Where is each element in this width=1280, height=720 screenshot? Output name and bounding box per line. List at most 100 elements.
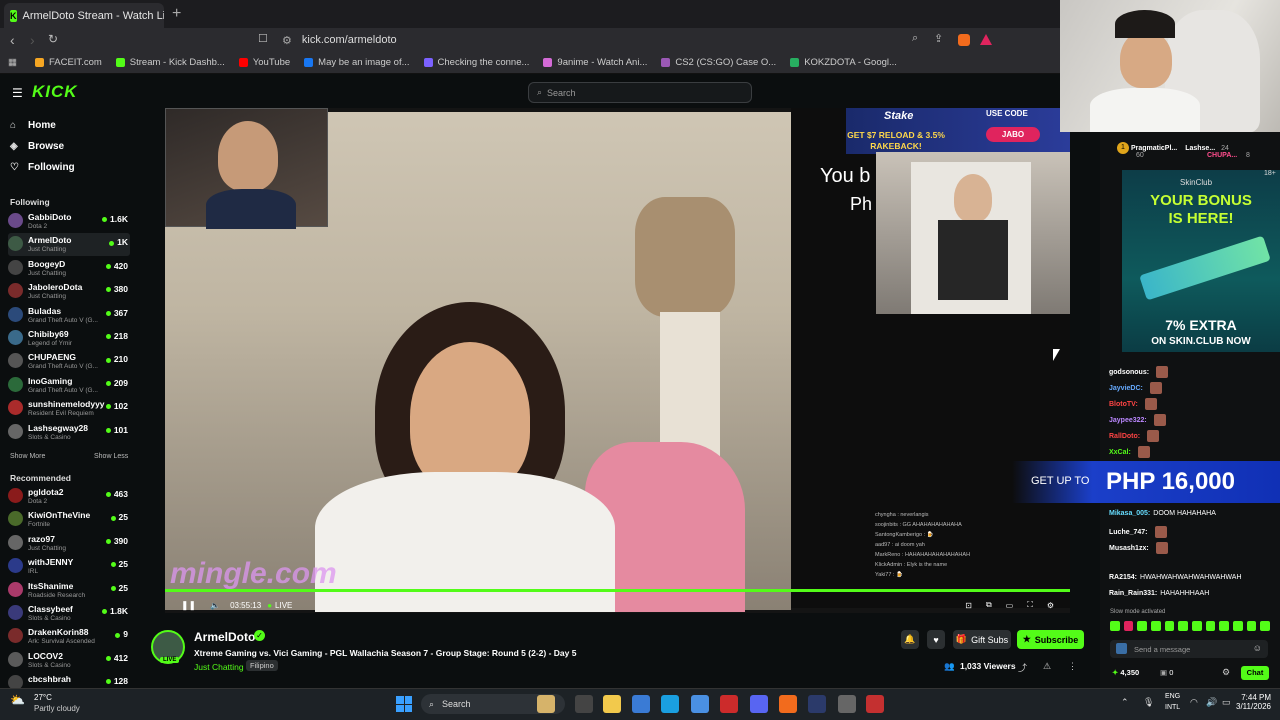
taskbar-app-icon[interactable]	[866, 695, 884, 713]
taskbar-app-icon[interactable]	[838, 695, 856, 713]
chat-username[interactable]: Jaypee322:	[1109, 417, 1147, 424]
clip-icon[interactable]: ⊡	[965, 601, 972, 610]
taskbar-app-icon[interactable]	[720, 695, 738, 713]
sidebar-channel-jabolerodota[interactable]: JaboleroDota Just Chatting 380	[8, 280, 130, 303]
apps-grid-icon[interactable]: ▦	[8, 57, 17, 68]
bookmark-item[interactable]: KOKZDOTA - Googl...	[790, 57, 897, 68]
bookmark-item[interactable]: Checking the conne...	[423, 57, 529, 68]
chat-settings-icon[interactable]: ⚙	[1222, 667, 1230, 678]
top-user-3[interactable]: CHUPA...	[1207, 152, 1237, 159]
chat-username[interactable]: Rain_Rain331:	[1109, 590, 1157, 597]
chat-username[interactable]: JayvieDC:	[1109, 385, 1143, 392]
sidebar-channel-boogeyd[interactable]: BoogeyD Just Chatting 420	[8, 257, 130, 280]
reload-icon[interactable]: ↻	[48, 32, 58, 46]
language-2[interactable]: INTL	[1165, 704, 1180, 711]
chat-send-button[interactable]: Chat	[1241, 666, 1269, 680]
bookmark-item[interactable]: May be an image of...	[304, 57, 410, 68]
taskbar-app-icon[interactable]	[750, 695, 768, 713]
quick-emote-icon[interactable]	[1110, 621, 1120, 631]
chat-username[interactable]: BlotoTV:	[1109, 401, 1138, 408]
taskbar-app-icon[interactable]	[779, 695, 797, 713]
share-icon[interactable]: ⇪	[934, 32, 943, 45]
quick-emote-icon[interactable]	[1164, 621, 1175, 631]
sidebar-channel-chupaeng[interactable]: CHUPAENG Grand Theft Auto V (G... 210	[8, 350, 130, 373]
quick-emote-icon[interactable]	[1233, 621, 1243, 631]
browser-tab[interactable]: K ArmelDoto Stream - Watch Li ✕	[4, 3, 164, 28]
quick-emote-icon[interactable]	[1151, 621, 1161, 631]
sidebar-channel-withjenny[interactable]: withJENNY IRL 25	[8, 555, 130, 578]
follow-heart-icon[interactable]: ♥	[927, 630, 945, 649]
weather-text[interactable]: Partly cloudy	[34, 704, 80, 713]
show-less-button[interactable]: Show Less	[94, 453, 128, 460]
kick-logo[interactable]: KICK	[32, 82, 78, 102]
notification-bell-icon[interactable]: 🔔	[901, 630, 919, 649]
quick-emote-icon[interactable]	[1178, 621, 1189, 631]
sidebar-channel-pgldota2[interactable]: pgldota2 Dota 2 463	[8, 485, 130, 508]
quick-emote-icon[interactable]	[1246, 621, 1257, 631]
top-user-2[interactable]: Lashse...	[1185, 145, 1215, 152]
chat-message-input[interactable]: Send a message ☺	[1110, 640, 1268, 658]
new-tab-button[interactable]: +	[172, 5, 181, 23]
quick-emote-icon[interactable]	[1192, 621, 1202, 631]
quick-emote-icon[interactable]	[1123, 621, 1134, 631]
chat-username[interactable]: XxCal:	[1109, 449, 1131, 456]
taskbar-app-icon[interactable]	[808, 695, 826, 713]
back-icon[interactable]: ‹	[10, 32, 15, 48]
url-field[interactable]: ⚙ kick.com/armeldoto	[282, 31, 962, 49]
chat-username[interactable]: RallDoto:	[1109, 433, 1140, 440]
chat-username[interactable]: Luche_747:	[1109, 529, 1148, 536]
weather-icon[interactable]: ⛅	[10, 693, 25, 707]
nav-home[interactable]: ⌂ Home	[10, 120, 56, 131]
bookmark-item[interactable]: YouTube	[238, 57, 290, 68]
language-1[interactable]: ENG	[1165, 693, 1180, 700]
battery-icon[interactable]: ▭	[1222, 697, 1231, 708]
speaker-icon[interactable]: 🔊	[1206, 697, 1217, 708]
sidebar-channel-inogaming[interactable]: InoGaming Grand Theft Auto V (G... 209	[8, 374, 130, 397]
sidebar-channel-armeldoto[interactable]: ArmelDoto Just Chatting 1K	[8, 233, 130, 257]
sidebar-channel-sunshinemelodyyy[interactable]: sunshinemelodyyy Resident Evil Requiem 102	[8, 397, 130, 420]
nav-following[interactable]: ♡ Following	[10, 162, 75, 173]
nav-browse[interactable]: ◈ Browse	[10, 141, 64, 152]
sidebar-channel-classybeef[interactable]: Classybeef Slots & Casino 1.8K	[8, 602, 130, 625]
bookmark-item[interactable]: Stream - Kick Dashb...	[115, 57, 225, 68]
taskbar-clock[interactable]: 7:44 PM 3/11/2026	[1236, 693, 1271, 711]
taskbar-app-icon[interactable]	[575, 695, 593, 713]
wifi-icon[interactable]: ◠	[1190, 697, 1198, 708]
sidebar-channel-buladas[interactable]: Buladas Grand Theft Auto V (G... 367	[8, 304, 130, 327]
settings-gear-icon[interactable]: ⚙	[1047, 601, 1054, 610]
emoji-icon[interactable]: ☺	[1253, 643, 1262, 653]
bookmark-item[interactable]: FACEIT.com	[34, 57, 102, 68]
report-icon[interactable]: ⚠	[1043, 661, 1051, 672]
sidebar-channel-gabbidoto[interactable]: GabbiDoto Dota 2 1.6K	[8, 210, 130, 233]
volume-icon[interactable]: 🔈	[210, 601, 220, 610]
quick-emote-icon[interactable]	[1205, 621, 1216, 631]
sidebar-channel-kiwionthevine[interactable]: KiwiOnTheVine Fortnite 25	[8, 508, 130, 531]
taskbar-app-icon[interactable]	[661, 695, 679, 713]
chat-username[interactable]: Mikasa_005:	[1109, 510, 1150, 517]
language-tag[interactable]: Filipino	[246, 660, 278, 671]
top-user-1[interactable]: PragmaticPl...	[1131, 145, 1177, 152]
sidebar-channel-lashsegway28[interactable]: Lashsegway28 Slots & Casino 101	[8, 421, 130, 444]
forward-icon[interactable]: ›	[30, 32, 35, 48]
brave-rewards-icon[interactable]	[980, 34, 992, 45]
bookmark-item[interactable]: CS2 (CS:GO) Case O...	[661, 57, 776, 68]
chat-username[interactable]: RA2154:	[1109, 574, 1137, 581]
pip-icon[interactable]: ⧉	[986, 600, 992, 610]
microphone-icon[interactable]: 🎙	[1143, 697, 1154, 708]
temperature[interactable]: 27°C	[34, 693, 52, 702]
windows-start-icon[interactable]	[396, 696, 412, 712]
site-info-icon[interactable]: ⚙	[282, 34, 292, 47]
quick-emote-icon[interactable]	[1137, 621, 1148, 631]
skinclub-ad[interactable]: SkinClub 18+ YOUR BONUS IS HERE! 7% EXTR…	[1122, 170, 1280, 352]
theater-icon[interactable]: ▭	[1006, 601, 1014, 610]
sidebar-channel-razo97[interactable]: razo97 Just Chatting 390	[8, 532, 130, 555]
search-input[interactable]: ⌕ Search	[528, 82, 752, 103]
gift-subs-button[interactable]: 🎁 Gift Subs	[953, 630, 1011, 649]
taskbar-app-icon[interactable]	[691, 695, 709, 713]
share-stream-icon[interactable]: ⤴	[1018, 661, 1027, 674]
sidebar-channel-chibiby69[interactable]: Chibiby69 Legend of Ymir 218	[8, 327, 130, 350]
tray-overflow-icon[interactable]: ⌃	[1121, 697, 1129, 708]
live-progress-bar[interactable]	[165, 589, 1070, 592]
subscribe-button[interactable]: ★ Subscribe	[1017, 630, 1084, 649]
taskbar-app-icon[interactable]	[537, 695, 555, 713]
